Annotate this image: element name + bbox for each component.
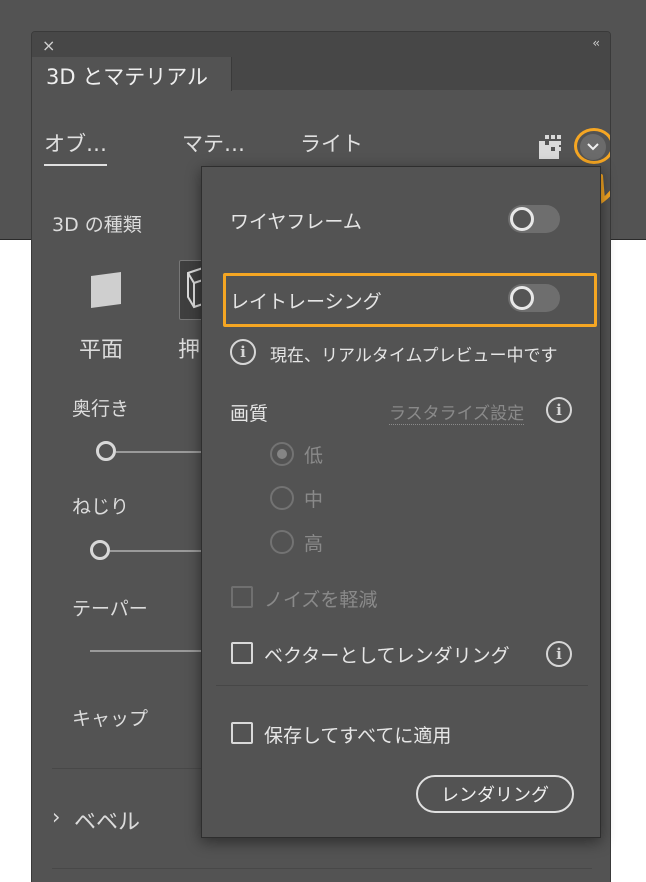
- render-as-vector-checkbox[interactable]: [231, 642, 253, 664]
- quality-medium-radio[interactable]: [270, 486, 294, 510]
- depth-label: 奥行き: [72, 398, 130, 420]
- quality-label: 画質: [230, 403, 269, 425]
- wireframe-label: ワイヤフレーム: [230, 211, 362, 233]
- depth-slider-knob[interactable]: [96, 441, 116, 461]
- type-extrude-label: 押: [178, 338, 201, 363]
- collapse-icon[interactable]: ‹‹: [592, 36, 599, 50]
- quality-medium-label: 中: [304, 489, 324, 511]
- panel-titlebar: × ‹‹ 3D とマテリアル: [32, 32, 610, 91]
- twist-slider-knob[interactable]: [90, 540, 110, 560]
- quality-low-radio[interactable]: [270, 442, 294, 466]
- depth-slider-track[interactable]: [116, 451, 206, 453]
- reduce-noise-label: ノイズを軽減: [264, 589, 378, 611]
- quality-high-radio[interactable]: [270, 530, 294, 554]
- close-icon[interactable]: ×: [42, 36, 55, 55]
- plane-icon[interactable]: [89, 270, 123, 310]
- vector-info-icon[interactable]: i: [546, 641, 572, 667]
- taper-label: テーパー: [72, 598, 148, 620]
- save-apply-all-label: 保存してすべてに適用: [264, 725, 452, 747]
- twist-label: ねじり: [72, 496, 130, 518]
- tab-lighting[interactable]: ライト: [300, 128, 363, 158]
- quality-low-label: 低: [304, 445, 324, 467]
- tab-object[interactable]: オブ…: [44, 128, 107, 166]
- render-options-popup: ワイヤフレーム レイトレーシング i 現在、リアルタイムプレビュー中です 画質 …: [201, 166, 601, 838]
- chevron-down-icon: [587, 143, 599, 151]
- wireframe-toggle[interactable]: [508, 205, 560, 233]
- cap-label: キャップ: [72, 708, 149, 730]
- bevel-chevron-icon[interactable]: ›: [52, 805, 60, 829]
- save-apply-all-checkbox[interactable]: [231, 722, 253, 744]
- render-as-vector-label: ベクターとしてレンダリング: [264, 645, 510, 667]
- panel-title-tab[interactable]: 3D とマテリアル: [32, 57, 232, 91]
- raytracing-label: レイトレーシング: [230, 291, 382, 313]
- section-divider-bottom: [52, 868, 592, 869]
- rasterize-info-icon[interactable]: i: [546, 397, 572, 423]
- rasterize-settings-link[interactable]: ラスタライズ設定: [389, 399, 525, 425]
- taper-slider-track[interactable]: [90, 650, 206, 652]
- render-options-button[interactable]: [580, 134, 606, 160]
- 3d-type-label: 3D の種類: [52, 214, 142, 236]
- type-plane-label: 平面: [79, 338, 124, 363]
- render-icon[interactable]: [537, 133, 565, 161]
- reduce-noise-checkbox[interactable]: [231, 586, 253, 608]
- preview-info-text: 現在、リアルタイムプレビュー中です: [270, 346, 558, 366]
- render-button[interactable]: レンダリング: [416, 775, 574, 813]
- twist-slider-track[interactable]: [110, 550, 206, 552]
- tab-materials[interactable]: マテ…: [182, 128, 245, 158]
- info-icon: i: [230, 339, 256, 365]
- popup-divider: [216, 685, 588, 686]
- raytracing-toggle[interactable]: [508, 284, 560, 312]
- bevel-section-label[interactable]: ベベル: [74, 804, 140, 836]
- quality-high-label: 高: [304, 533, 324, 555]
